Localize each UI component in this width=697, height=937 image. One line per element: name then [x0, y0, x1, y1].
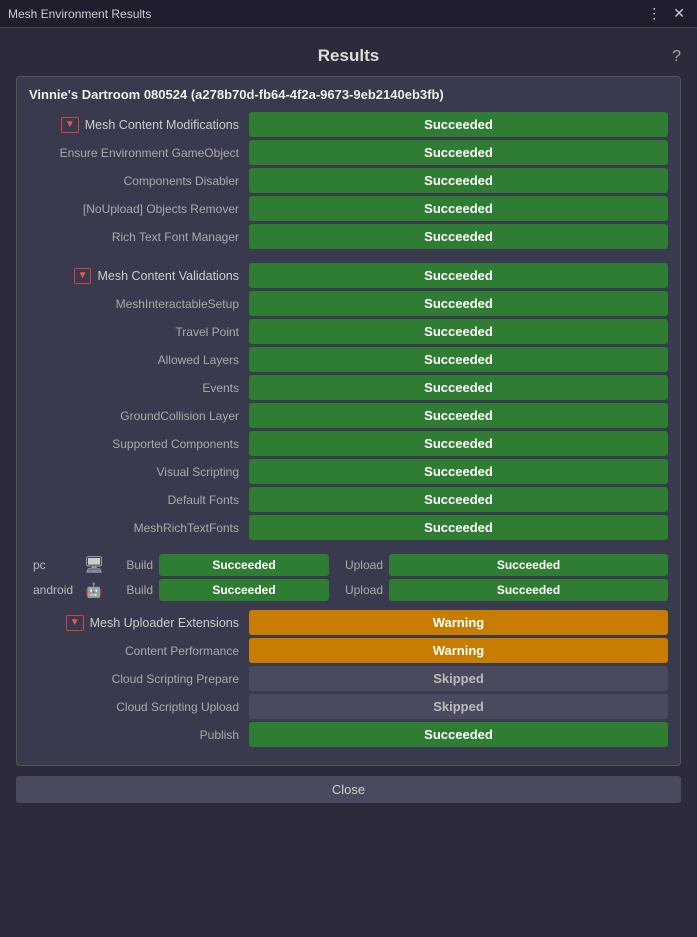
- row-ground-collision: GroundCollision Layer Succeeded: [29, 403, 668, 428]
- row-components-disabler: Components Disabler Succeeded: [29, 168, 668, 193]
- title-bar: Mesh Environment Results ⋮ ✕: [0, 0, 697, 28]
- row-ensure-env: Ensure Environment GameObject Succeeded: [29, 140, 668, 165]
- section-uploader-extensions: ▼ Mesh Uploader Extensions Warning Conte…: [29, 610, 668, 747]
- platform-pc-upload-status: Succeeded: [389, 554, 668, 576]
- collapse-uploader-extensions[interactable]: ▼: [66, 615, 84, 631]
- row-visual-scripting: Visual Scripting Succeeded: [29, 459, 668, 484]
- row-rich-text-font: Rich Text Font Manager Succeeded: [29, 224, 668, 249]
- results-title: Results: [16, 46, 681, 66]
- platform-pc-build-label: Build: [109, 558, 159, 572]
- platform-pc: pc 🖥 Build Succeeded Upload Succeeded: [29, 554, 668, 576]
- platform-android: android 🤖 Build Succeeded Upload Succeed…: [29, 579, 668, 601]
- title-bar-menu-button[interactable]: ⋮: [643, 5, 665, 22]
- platform-pc-icon: 🖥: [79, 555, 109, 575]
- section-label-uploader: Mesh Uploader Extensions: [90, 616, 239, 630]
- platform-android-build-label: Build: [109, 583, 159, 597]
- env-title: Vinnie's Dartroom 080524 (a278b70d-fb64-…: [29, 87, 668, 102]
- section-status-validations: Succeeded: [249, 263, 668, 288]
- row-mesh-interactable: MeshInteractableSetup Succeeded: [29, 291, 668, 316]
- section-label-modifications: Mesh Content Modifications: [85, 118, 239, 132]
- row-default-fonts: Default Fonts Succeeded: [29, 487, 668, 512]
- row-content-performance: Content Performance Warning: [29, 638, 668, 663]
- section-status-modifications: Succeeded: [249, 112, 668, 137]
- row-cloud-scripting-upload: Cloud Scripting Upload Skipped: [29, 694, 668, 719]
- row-supported-components: Supported Components Succeeded: [29, 431, 668, 456]
- platform-android-icon: 🤖: [79, 582, 109, 599]
- row-noupload-remover: [NoUpload] Objects Remover Succeeded: [29, 196, 668, 221]
- platform-android-name: android: [29, 583, 79, 597]
- section-content-modifications: ▼ Mesh Content Modifications Succeeded E…: [29, 112, 668, 249]
- row-mesh-rich-text-fonts: MeshRichTextFonts Succeeded: [29, 515, 668, 540]
- platform-android-upload-status: Succeeded: [389, 579, 668, 601]
- row-cloud-scripting-prepare: Cloud Scripting Prepare Skipped: [29, 666, 668, 691]
- row-allowed-layers: Allowed Layers Succeeded: [29, 347, 668, 372]
- platform-pc-upload-label: Upload: [329, 558, 389, 572]
- row-travel-point: Travel Point Succeeded: [29, 319, 668, 344]
- outer-card: Vinnie's Dartroom 080524 (a278b70d-fb64-…: [16, 76, 681, 766]
- platform-android-upload-label: Upload: [329, 583, 389, 597]
- close-button[interactable]: Close: [16, 776, 681, 803]
- section-label-validations: Mesh Content Validations: [97, 269, 239, 283]
- title-bar-title: Mesh Environment Results: [8, 7, 151, 21]
- row-publish: Publish Succeeded: [29, 722, 668, 747]
- collapse-content-validations[interactable]: ▼: [74, 268, 92, 284]
- platform-pc-name: pc: [29, 558, 79, 572]
- title-bar-close-button[interactable]: ✕: [669, 5, 689, 22]
- help-icon[interactable]: ?: [672, 48, 681, 66]
- section-content-validations: ▼ Mesh Content Validations Succeeded Mes…: [29, 263, 668, 540]
- platform-android-build-status: Succeeded: [159, 579, 329, 601]
- platform-pc-build-status: Succeeded: [159, 554, 329, 576]
- row-events: Events Succeeded: [29, 375, 668, 400]
- section-status-uploader: Warning: [249, 610, 668, 635]
- collapse-content-modifications[interactable]: ▼: [61, 117, 79, 133]
